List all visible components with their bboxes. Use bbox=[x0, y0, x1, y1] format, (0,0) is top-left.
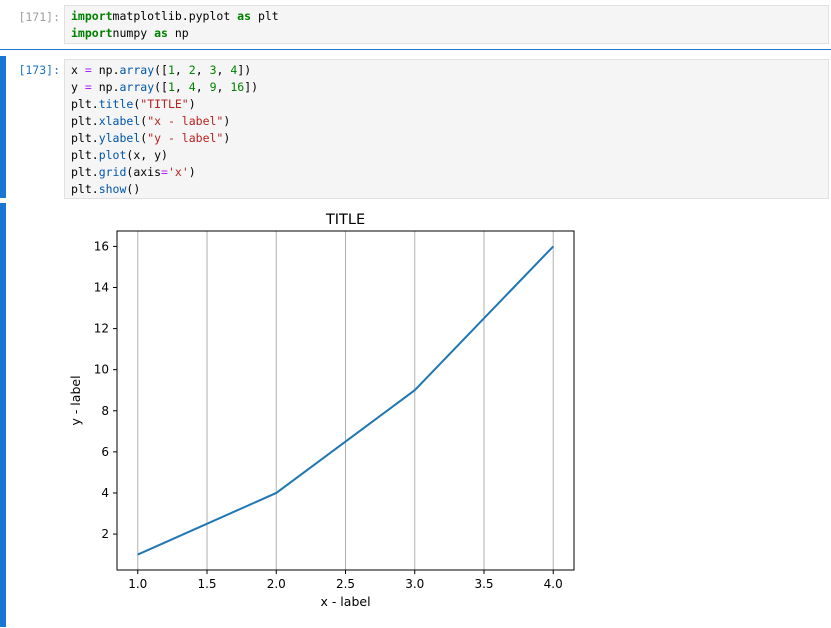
code-token: (axis bbox=[126, 165, 162, 179]
code-token: , bbox=[195, 63, 210, 77]
code-line: importnumpy as np bbox=[71, 25, 822, 42]
x-tick-label: 1.5 bbox=[197, 577, 216, 591]
x-tick-label: 2.0 bbox=[267, 577, 286, 591]
code-token: 4 bbox=[188, 80, 196, 94]
code-token: np bbox=[167, 26, 189, 40]
code-token: 9 bbox=[209, 80, 217, 94]
code-token: "TITLE" bbox=[140, 97, 189, 111]
code-token: ([ bbox=[154, 80, 168, 94]
code-token: ) bbox=[188, 97, 196, 111]
y-tick-label: 14 bbox=[94, 281, 109, 295]
code-cell-1[interactable]: [171]: importmatplotlib.pyplot as plt imp… bbox=[0, 0, 831, 48]
code-token: ylabel bbox=[98, 131, 141, 145]
code-editor[interactable]: x = np.array([1, 2, 3, 4]) y = np.array([… bbox=[64, 59, 829, 199]
code-token: matplotlib.pyplot bbox=[112, 9, 238, 23]
code-token: 3 bbox=[209, 63, 217, 77]
y-tick-label: 8 bbox=[101, 404, 109, 418]
x-tick-label: 1.0 bbox=[128, 577, 147, 591]
code-line: plt.show() bbox=[71, 181, 822, 198]
code-token: plt. bbox=[71, 165, 99, 179]
code-line: y = np.array([1, 4, 9, 16]) bbox=[71, 79, 822, 96]
code-token: , bbox=[174, 63, 189, 77]
code-line: importmatplotlib.pyplot as plt bbox=[71, 8, 822, 25]
code-token: grid bbox=[98, 165, 127, 179]
line-chart: 1.0 1.5 2.0 2.5 3.0 3.5 4.0246810121416 TITLE … bbox=[68, 212, 575, 609]
code-token: import bbox=[71, 26, 113, 40]
cell-separator bbox=[0, 49, 831, 50]
code-token: = bbox=[84, 63, 92, 77]
code-token: () bbox=[126, 182, 141, 196]
code-token: ) bbox=[188, 165, 196, 179]
code-token: np. bbox=[91, 63, 120, 77]
x-tick-label: 3.0 bbox=[405, 577, 424, 591]
code-line: plt.xlabel("x - label") bbox=[71, 113, 822, 130]
code-token: 1 bbox=[167, 63, 175, 77]
y-tick-label: 4 bbox=[101, 486, 109, 500]
cell-output: 1.0 1.5 2.0 2.5 3.0 3.5 4.0 2 4 6 8 10 12 14 16 TITLE … bbox=[64, 206, 604, 624]
code-token: "y - label" bbox=[147, 131, 224, 145]
code-token: ]) bbox=[244, 80, 259, 94]
x-tick-label: 2.5 bbox=[336, 577, 355, 591]
code-token: , bbox=[174, 80, 189, 94]
code-token: array bbox=[119, 80, 155, 94]
code-token: ) bbox=[223, 114, 231, 128]
x-tick-label: 4.0 bbox=[544, 577, 563, 591]
x-axis-label: x - label bbox=[320, 594, 370, 609]
code-token: x bbox=[71, 63, 85, 77]
code-token: = bbox=[161, 165, 168, 179]
code-token: plt. bbox=[71, 182, 99, 196]
code-token: 'x' bbox=[167, 165, 189, 179]
code-token: ([ bbox=[154, 63, 168, 77]
chart-title: TITLE bbox=[325, 212, 365, 228]
code-token: ]) bbox=[237, 63, 252, 77]
code-token: as bbox=[154, 26, 168, 40]
y-tick-label: 12 bbox=[94, 322, 109, 336]
code-token: import bbox=[71, 9, 113, 23]
code-token: title bbox=[98, 97, 134, 111]
code-token: array bbox=[119, 63, 155, 77]
code-token: plot bbox=[98, 148, 127, 162]
code-line: plt.ylabel("y - label") bbox=[71, 130, 822, 147]
code-token: as bbox=[237, 9, 252, 23]
y-axis-label: y - label bbox=[68, 375, 83, 425]
code-line: plt.plot(x, y) bbox=[71, 147, 822, 164]
code-token: plt. bbox=[71, 97, 99, 111]
code-cell-2[interactable]: [173]: x = np.array([1, 2, 3, 4]) y = np.… bbox=[0, 51, 831, 627]
output-collapse-bar[interactable] bbox=[0, 203, 6, 627]
y-tick-label: 10 bbox=[94, 363, 109, 377]
code-token: numpy bbox=[112, 26, 155, 40]
y-tick-label: 2 bbox=[101, 527, 109, 541]
code-token: = bbox=[84, 80, 92, 94]
code-line: x = np.array([1, 2, 3, 4]) bbox=[71, 62, 822, 79]
code-token: 1 bbox=[167, 80, 175, 94]
code-token: , bbox=[216, 63, 231, 77]
code-editor[interactable]: importmatplotlib.pyplot as plt importnump… bbox=[64, 5, 829, 44]
code-token: plt. bbox=[71, 148, 99, 162]
code-token: (x, y) bbox=[126, 148, 168, 162]
code-token: xlabel bbox=[98, 114, 141, 128]
code-token: "x - label" bbox=[147, 114, 224, 128]
code-token: plt bbox=[251, 9, 279, 23]
code-token: plt. bbox=[71, 131, 99, 145]
code-token: plt. bbox=[71, 114, 99, 128]
code-token: , bbox=[195, 80, 210, 94]
code-token: show bbox=[98, 182, 127, 196]
code-token: 16 bbox=[230, 80, 245, 94]
code-line: plt.title("TITLE") bbox=[71, 96, 822, 113]
cell-prompt: [171]: bbox=[18, 10, 60, 24]
code-token: np. bbox=[91, 80, 120, 94]
x-tick-label: 3.5 bbox=[474, 577, 493, 591]
code-token: , bbox=[216, 80, 231, 94]
cell-prompt: [173]: bbox=[18, 63, 60, 77]
y-tick-label: 16 bbox=[94, 239, 109, 253]
cell-selection-bar[interactable] bbox=[0, 56, 6, 198]
y-tick-label: 6 bbox=[101, 445, 109, 459]
code-token: 2 bbox=[188, 63, 196, 77]
code-token: ) bbox=[223, 131, 231, 145]
code-token: y bbox=[71, 80, 85, 94]
code-line: plt.grid(axis='x') bbox=[71, 164, 822, 181]
